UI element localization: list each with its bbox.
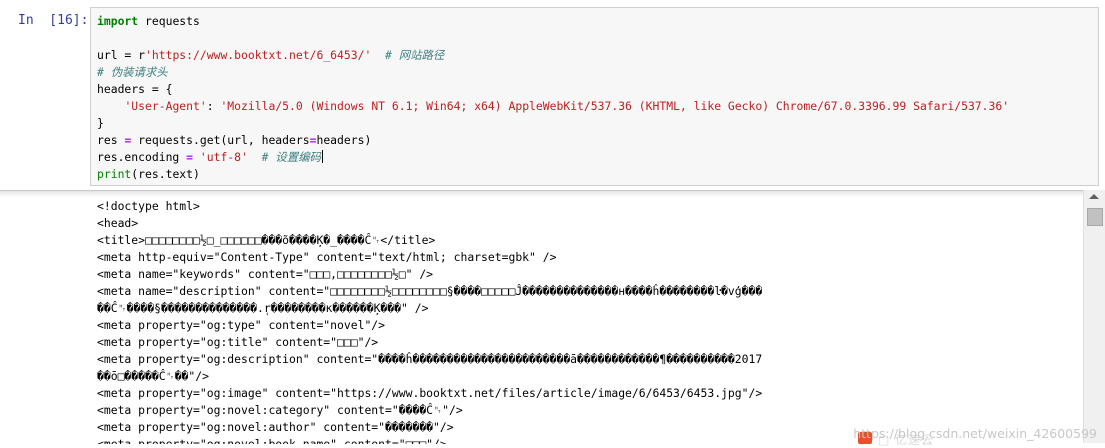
- code-line-1: import requests: [97, 14, 200, 28]
- output-scrollbar[interactable]: [1083, 190, 1105, 443]
- code-line-8: res = requests.get(url, headers=headers): [97, 133, 372, 147]
- output-line: ��Ĉ␉����§��������������.̜r��������ĸ�����…: [97, 301, 429, 315]
- code-line-7: }: [97, 116, 104, 130]
- input-prompt: In [16]:: [18, 13, 89, 28]
- code-line-4: # 伪装请求头: [97, 65, 168, 79]
- scroll-thumb[interactable]: [1087, 208, 1103, 226]
- code-line-5: headers = {: [97, 82, 173, 96]
- watermark-url: https://blog.csdn.net/weixin_42600599: [853, 426, 1097, 441]
- code-line-9: res.encoding = 'utf-8' # 设置编码: [97, 150, 323, 164]
- notebook-cell: In [16]: import requests url = r'https:/…: [0, 0, 1105, 447]
- output-line: <meta property="og:image" content="https…: [97, 386, 763, 400]
- scroll-up-arrow-icon[interactable]: [1089, 194, 1099, 199]
- output-line: <!doctype html>: [97, 199, 200, 213]
- output-line: <meta property="og:novel:author" content…: [97, 420, 454, 434]
- code-editor[interactable]: import requests url = r'https://www.book…: [90, 7, 1099, 186]
- output-line: <meta property="og:title" content="□□□"/…: [97, 335, 379, 349]
- output-shadow: [0, 191, 1083, 197]
- output-line: <meta property="og:type" content="novel"…: [97, 318, 386, 332]
- code-line-3: url = r'https://www.booktxt.net/6_6453/'…: [97, 48, 445, 62]
- output-line: <title>□□□□□□□□½□_□□□□□□���õ����Ķ�_����Ĉ…: [97, 233, 436, 247]
- output-line: <meta property="og:novel:category" conte…: [97, 403, 463, 417]
- text-caret: [321, 150, 323, 163]
- output-line: <meta http-equiv="Content-Type" content=…: [97, 250, 557, 264]
- output-line: <head>: [97, 216, 139, 230]
- code-line-6: 'User-Agent': 'Mozilla/5.0 (Windows NT 6…: [124, 99, 1010, 113]
- output-line: <meta name="keywords" content="□□□,□□□□□…: [97, 267, 434, 281]
- code-line-10: print(res.text): [97, 167, 200, 181]
- output-line: ��ō□�����Ĉ␉��"/>: [97, 369, 209, 383]
- output-area: <!doctype html> <head> <title>□□□□□□□□½□…: [0, 190, 1105, 444]
- output-line: <meta property="og:description" content=…: [97, 352, 763, 366]
- output-line: <meta name="description" content="□□□□□□…: [97, 284, 763, 298]
